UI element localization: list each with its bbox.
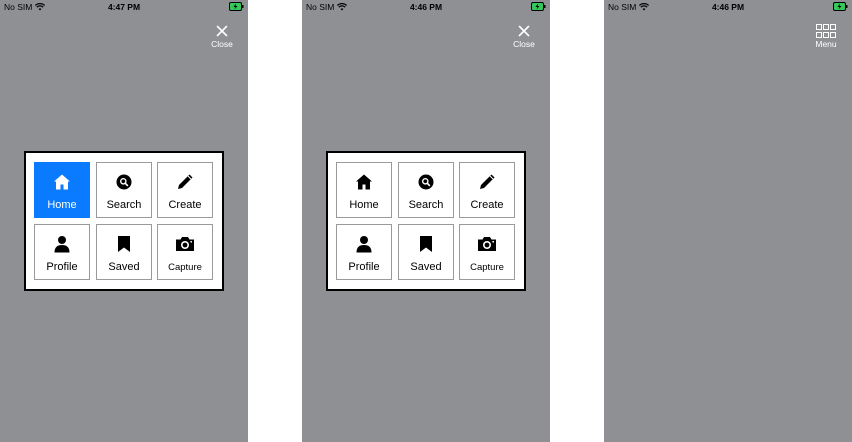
menu-item-label: Capture: [168, 262, 202, 273]
battery-charging-icon: [833, 2, 848, 11]
menu-item-label: Home: [349, 199, 379, 211]
bookmark-icon: [420, 236, 432, 252]
camera-icon: [478, 237, 496, 251]
pencil-icon: [480, 174, 495, 189]
menu-item-label: Create: [470, 199, 504, 211]
menu-label: Menu: [815, 39, 837, 49]
screen-menu-open-home-selected: No SIM 4:47 PM Close Home Search Create …: [0, 0, 248, 442]
person-icon: [54, 236, 70, 253]
menu-item-label: Profile: [348, 261, 380, 273]
home-icon: [54, 174, 70, 190]
menu-item-home[interactable]: Home: [34, 162, 90, 218]
close-button[interactable]: Close: [510, 22, 538, 50]
grid-icon: [816, 23, 836, 38]
status-time: 4:47 PM: [107, 2, 141, 12]
close-icon: [518, 25, 530, 36]
menu-item-label: Saved: [108, 261, 140, 273]
bookmark-icon: [118, 236, 130, 252]
person-icon: [356, 236, 372, 253]
battery-charging-icon: [229, 2, 244, 11]
menu-item-profile[interactable]: Profile: [336, 224, 392, 280]
search-icon: [116, 174, 132, 190]
menu-item-label: Profile: [46, 261, 78, 273]
menu-panel: Home Search Create Profile Saved Capture: [24, 151, 224, 291]
menu-item-saved[interactable]: Saved: [96, 224, 152, 280]
close-label: Close: [513, 39, 535, 49]
battery-charging-icon: [531, 2, 546, 11]
menu-item-label: Capture: [470, 262, 504, 273]
status-bar: No SIM 4:46 PM: [604, 0, 852, 14]
menu-item-home[interactable]: Home: [336, 162, 392, 218]
search-icon: [418, 174, 434, 190]
menu-item-label: Home: [47, 199, 77, 211]
status-time: 4:46 PM: [711, 2, 745, 12]
screen-menu-closed: No SIM 4:46 PM Menu: [604, 0, 852, 442]
menu-item-search[interactable]: Search: [398, 162, 454, 218]
menu-item-profile[interactable]: Profile: [34, 224, 90, 280]
home-icon: [356, 174, 372, 190]
menu-item-label: Search: [408, 199, 444, 211]
screen-menu-open: No SIM 4:46 PM Close Home Search Create …: [302, 0, 550, 442]
menu-panel: Home Search Create Profile Saved Capture: [326, 151, 526, 291]
status-bar: No SIM 4:46 PM: [302, 0, 550, 14]
close-button[interactable]: Close: [208, 22, 236, 50]
menu-item-create[interactable]: Create: [459, 162, 515, 218]
status-time: 4:46 PM: [409, 2, 443, 12]
close-icon: [216, 25, 228, 36]
close-label: Close: [211, 39, 233, 49]
menu-item-capture[interactable]: Capture: [459, 224, 515, 280]
pencil-icon: [178, 174, 193, 189]
menu-button[interactable]: Menu: [812, 22, 840, 50]
camera-icon: [176, 237, 194, 251]
status-bar: No SIM 4:47 PM: [0, 0, 248, 14]
menu-item-capture[interactable]: Capture: [157, 224, 213, 280]
menu-item-search[interactable]: Search: [96, 162, 152, 218]
menu-item-saved[interactable]: Saved: [398, 224, 454, 280]
menu-item-label: Saved: [410, 261, 442, 273]
menu-item-label: Create: [168, 199, 202, 211]
menu-item-label: Search: [106, 199, 142, 211]
menu-item-create[interactable]: Create: [157, 162, 213, 218]
